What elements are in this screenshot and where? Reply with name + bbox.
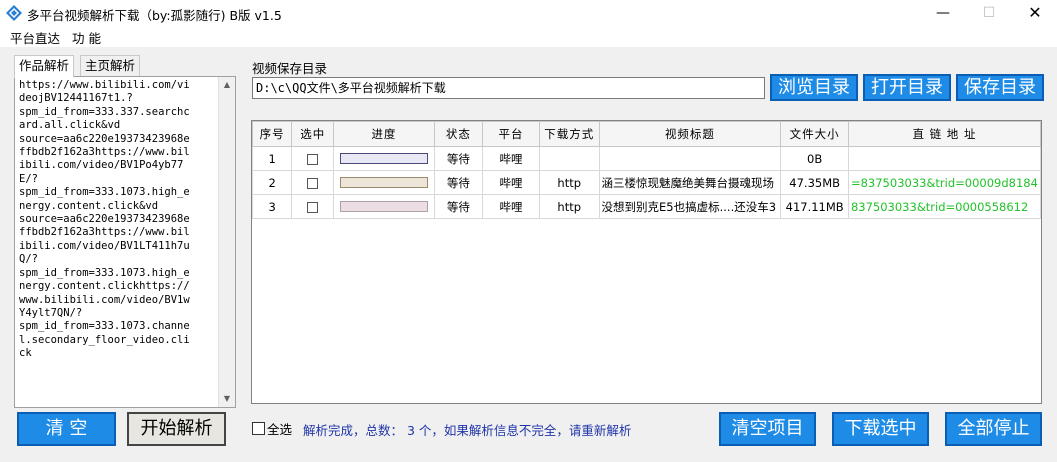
row-platform: 哔哩 bbox=[482, 194, 540, 219]
row-title: 没想到别克E5也搞虚标....还没车3 bbox=[598, 194, 782, 219]
download-selected-button[interactable]: 下载选中 bbox=[832, 412, 929, 446]
scroll-down-icon[interactable]: ▼ bbox=[219, 391, 235, 407]
row-link: 837503033&trid=0000558612 bbox=[847, 194, 1041, 219]
row-platform: 哔哩 bbox=[482, 146, 540, 171]
url-textarea[interactable]: https://www.bilibili.com/vi deojBV124411… bbox=[14, 76, 236, 408]
row-method: http bbox=[538, 170, 600, 195]
browse-dir-button[interactable]: 浏览目录 bbox=[770, 74, 858, 101]
download-table[interactable]: 序号 选中 进度 状态 平台 下载方式 视频标题 文件大小 直 链 地 址 1 … bbox=[251, 120, 1042, 404]
row-method: http bbox=[538, 194, 600, 219]
row-checkbox[interactable] bbox=[307, 153, 319, 165]
row-size: 47.35MB bbox=[780, 170, 849, 195]
column-header-size[interactable]: 文件大小 bbox=[780, 121, 849, 147]
column-header-link[interactable]: 直 链 地 址 bbox=[847, 121, 1041, 147]
save-dir-input[interactable]: D:\c\QQ文件\多平台视频解析下载 bbox=[252, 77, 765, 99]
table-row[interactable]: 2 等待 哔哩 http 涵三楼惊现魅魔绝美舞台摄魂现场 47.35MB =83… bbox=[252, 170, 1041, 195]
row-index: 1 bbox=[252, 146, 293, 171]
scroll-up-icon[interactable]: ▲ bbox=[219, 77, 235, 93]
title-bar: 多平台视频解析下载（by:孤影随行) B版 v1.5 — ☐ ✕ bbox=[0, 0, 1057, 26]
tab-work-parse[interactable]: 作品解析 bbox=[14, 55, 75, 78]
row-index: 2 bbox=[252, 170, 293, 195]
row-status: 等待 bbox=[433, 146, 484, 171]
tab-home-parse[interactable]: 主页解析 bbox=[80, 55, 141, 77]
row-status: 等待 bbox=[433, 170, 484, 195]
row-checkbox[interactable] bbox=[307, 177, 319, 189]
table-row[interactable]: 3 等待 哔哩 http 没想到别克E5也搞虚标....还没车3 417.11M… bbox=[252, 194, 1041, 219]
status-message: 解析完成，总数： 3 个，如果解析信息不完全，请重新解析 bbox=[303, 423, 632, 438]
close-button[interactable]: ✕ bbox=[1012, 0, 1057, 26]
vertical-scrollbar[interactable]: ▲ ▼ bbox=[218, 77, 235, 407]
stop-all-button[interactable]: 全部停止 bbox=[945, 412, 1042, 446]
column-header-method[interactable]: 下载方式 bbox=[538, 121, 600, 147]
maximize-button[interactable]: ☐ bbox=[966, 0, 1012, 26]
row-title bbox=[598, 146, 782, 171]
column-header-title[interactable]: 视频标题 bbox=[598, 121, 782, 147]
url-list-text: https://www.bilibili.com/vi deojBV124411… bbox=[19, 79, 190, 360]
row-size: 417.11MB bbox=[780, 194, 849, 219]
progress-bar bbox=[339, 153, 428, 164]
menu-bar: 平台直达 功 能 bbox=[0, 26, 1057, 46]
progress-bar bbox=[339, 201, 428, 212]
save-dir-button[interactable]: 保存目录 bbox=[956, 74, 1044, 101]
row-platform: 哔哩 bbox=[482, 170, 540, 195]
window-title: 多平台视频解析下载（by:孤影随行) B版 v1.5 bbox=[27, 8, 282, 23]
row-method bbox=[538, 146, 600, 171]
client-area: 作品解析 主页解析 https://www.bilibili.com/vi de… bbox=[0, 47, 1057, 462]
column-header-platform[interactable]: 平台 bbox=[482, 121, 540, 147]
menu-platform-direct[interactable]: 平台直达 bbox=[10, 28, 60, 47]
row-checkbox[interactable] bbox=[307, 201, 319, 213]
save-dir-label: 视频保存目录 bbox=[252, 61, 328, 76]
row-status: 等待 bbox=[433, 194, 484, 219]
row-index: 3 bbox=[252, 194, 293, 219]
row-link: =837503033&trid=00009d8184 bbox=[847, 170, 1041, 195]
column-header-selected[interactable]: 选中 bbox=[291, 121, 335, 147]
clear-items-button[interactable]: 清空项目 bbox=[719, 412, 816, 446]
column-header-status[interactable]: 状态 bbox=[433, 121, 484, 147]
table-header-row: 序号 选中 进度 状态 平台 下载方式 视频标题 文件大小 直 链 地 址 bbox=[252, 121, 1041, 147]
row-link bbox=[847, 146, 1041, 171]
minimize-button[interactable]: — bbox=[920, 0, 966, 26]
clear-button[interactable]: 清 空 bbox=[17, 412, 116, 446]
column-header-index[interactable]: 序号 bbox=[252, 121, 293, 147]
column-header-progress[interactable]: 进度 bbox=[333, 121, 435, 147]
checkbox-icon bbox=[252, 422, 265, 435]
start-parse-button[interactable]: 开始解析 bbox=[127, 412, 226, 446]
progress-bar bbox=[339, 177, 428, 188]
open-dir-button[interactable]: 打开目录 bbox=[863, 74, 951, 101]
select-all-label: 全选 bbox=[267, 422, 293, 437]
row-size: 0B bbox=[780, 146, 849, 171]
table-row[interactable]: 1 等待 哔哩 0B bbox=[252, 146, 1041, 171]
app-icon bbox=[6, 5, 22, 21]
menu-functions[interactable]: 功 能 bbox=[72, 28, 101, 47]
select-all-checkbox[interactable]: 全选 bbox=[252, 419, 292, 438]
row-title: 涵三楼惊现魅魔绝美舞台摄魂现场 bbox=[598, 170, 782, 195]
